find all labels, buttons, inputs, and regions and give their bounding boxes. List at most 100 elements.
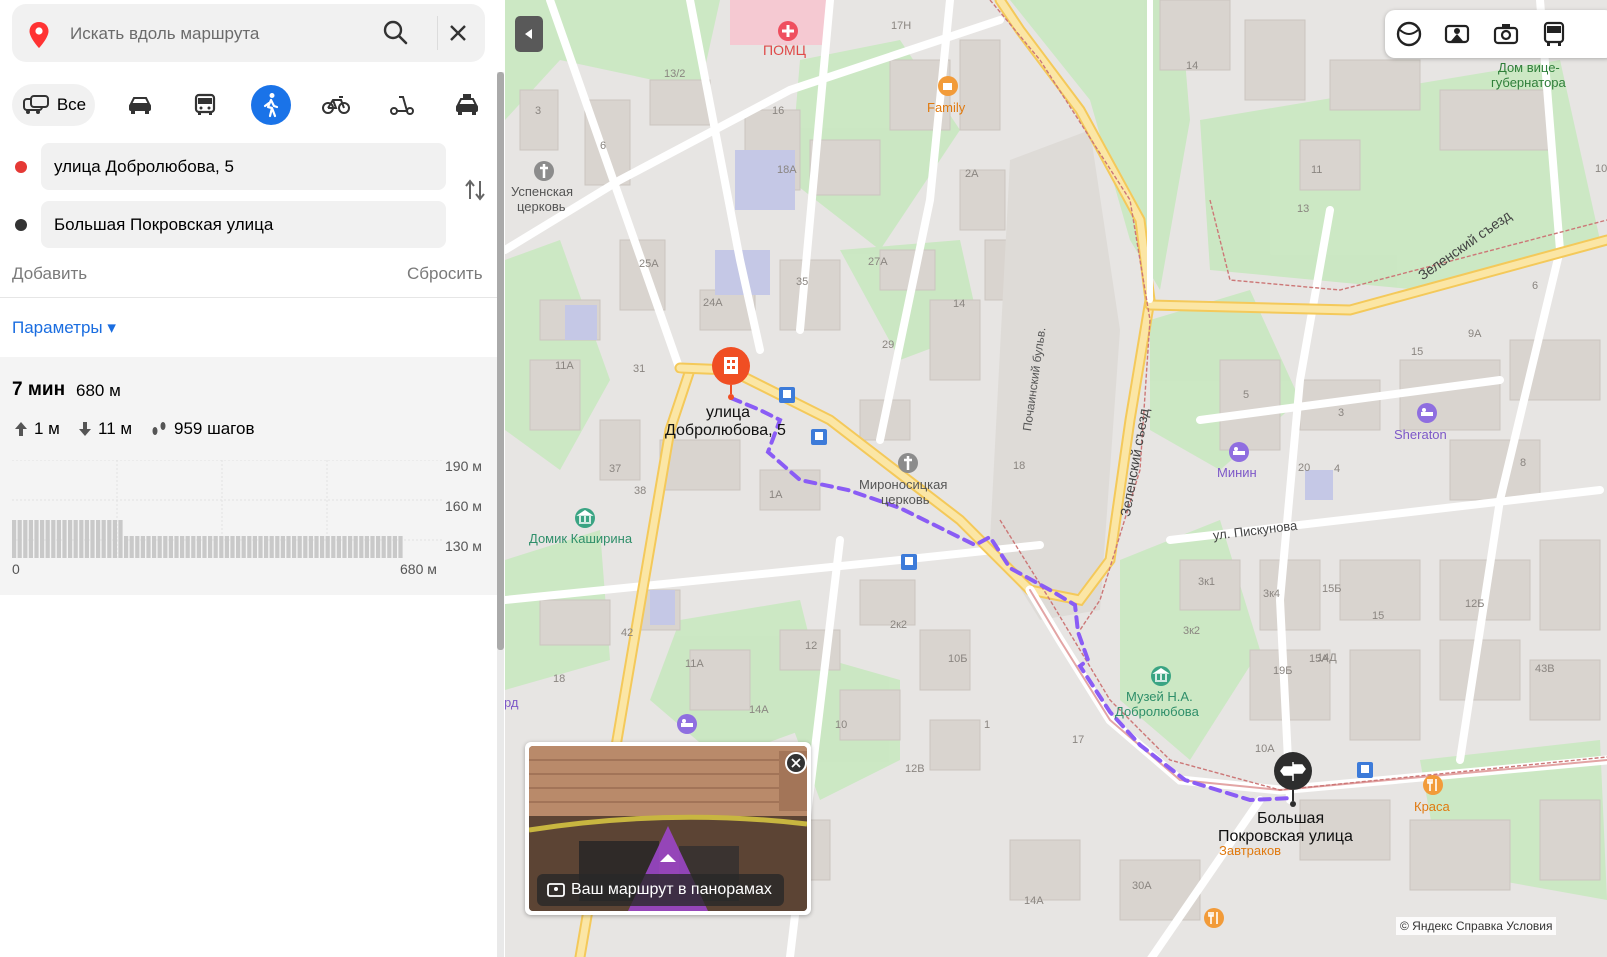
elevation-bar — [68, 520, 73, 558]
elevation-bar — [51, 520, 56, 558]
search-icon[interactable] — [382, 19, 408, 45]
mode-all-label: Все — [56, 95, 87, 114]
route-from-field[interactable]: улица Добролюбова, 5 — [41, 143, 446, 190]
elevation-bar — [219, 536, 224, 558]
panorama-close-button[interactable] — [785, 752, 807, 774]
collapse-panel-button[interactable] — [515, 16, 543, 52]
elevation-bar — [12, 520, 17, 558]
bus-stop-icon[interactable] — [901, 554, 917, 570]
reset-link[interactable]: Сбросить — [407, 264, 483, 284]
taxi-icon — [456, 94, 478, 115]
route-summary-card[interactable]: 7 мин 680 м 1 м 11 м 959 шагов 190 м 160… — [0, 357, 500, 595]
panorama-preview-image[interactable]: Ваш маршрут в панорамах — [529, 746, 807, 911]
panorama-icon[interactable] — [1443, 20, 1471, 48]
end-marker[interactable] — [1272, 751, 1316, 809]
mode-taxi-button[interactable] — [447, 84, 487, 126]
hotel-icon[interactable] — [676, 713, 698, 735]
walk-icon — [263, 93, 279, 118]
all-transport-icon — [22, 95, 49, 114]
elevation-bar — [398, 536, 403, 558]
mode-car-button[interactable] — [120, 84, 160, 126]
elevation-bar — [275, 536, 280, 558]
transport-modes: Все — [12, 84, 487, 128]
elevation-bar — [101, 520, 106, 558]
camera-icon[interactable] — [1492, 20, 1520, 48]
add-point-link[interactable]: Добавить — [12, 264, 87, 284]
museum-icon[interactable] — [574, 507, 596, 529]
hotel-icon[interactable] — [1228, 441, 1250, 463]
elevation-bar — [241, 536, 246, 558]
elevation-bar — [297, 536, 302, 558]
elevation-bar — [129, 536, 134, 558]
elev-x-end: 680 м — [400, 561, 437, 577]
route-search-bar[interactable]: Искать вдоль маршрута — [12, 4, 485, 62]
map-layers-icon[interactable] — [1395, 20, 1423, 48]
elevation-bar — [40, 520, 45, 558]
mode-bus-button[interactable] — [185, 84, 225, 126]
route-distance: 680 м — [76, 381, 121, 400]
elevation-bar — [359, 536, 364, 558]
mode-all-button[interactable]: Все — [12, 84, 95, 126]
elevation-bar — [45, 520, 50, 558]
elev-label-top: 190 м — [445, 458, 482, 474]
elevation-bar — [62, 520, 67, 558]
panel-scrollbar[interactable] — [497, 72, 504, 650]
elevation-bar — [28, 520, 33, 558]
hospital-icon[interactable] — [777, 20, 799, 42]
panorama-label-text: Ваш маршрут в панорамах — [571, 881, 772, 898]
elevation-bar — [90, 520, 95, 558]
panorama-preview-card[interactable]: Ваш маршрут в панорамах — [525, 742, 811, 915]
transit-icon[interactable] — [1540, 20, 1568, 48]
elevation-bar — [269, 536, 274, 558]
panorama-icon — [547, 883, 565, 897]
route-end-dot — [15, 219, 27, 231]
ascent-value: 1 м — [34, 419, 60, 438]
steps-value: 959 шагов — [174, 419, 255, 438]
museum-icon[interactable] — [1150, 665, 1172, 687]
elevation-bar — [213, 536, 218, 558]
elevation-bar — [157, 536, 162, 558]
bus-stop-icon[interactable] — [1357, 762, 1373, 778]
elevation-bar — [168, 536, 173, 558]
church-icon[interactable] — [897, 452, 919, 474]
bus-stop-icon[interactable] — [811, 429, 827, 445]
elevation-bar — [314, 536, 319, 558]
map-copyright[interactable]: © Яндекс Справка Условия — [1396, 917, 1557, 935]
map-layers-toolbar — [1385, 10, 1607, 58]
chevron-left-icon — [525, 29, 532, 39]
elevation-bar — [325, 536, 330, 558]
cafe-icon[interactable] — [937, 75, 959, 97]
hotel-icon[interactable] — [1416, 402, 1438, 424]
mode-scooter-button[interactable] — [382, 84, 422, 126]
elevation-bar — [202, 536, 207, 558]
panorama-label[interactable]: Ваш маршрут в панорамах — [537, 874, 784, 906]
elevation-bar — [286, 536, 291, 558]
parameters-toggle[interactable]: Параметры ▾ — [12, 318, 116, 338]
elevation-bar — [73, 520, 78, 558]
restaurant-icon[interactable] — [1203, 907, 1225, 929]
elev-label-mid: 160 м — [445, 498, 482, 514]
elevation-bar — [146, 536, 151, 558]
elevation-bar — [236, 536, 241, 558]
descent-stat: 11 м — [78, 419, 132, 439]
scooter-icon — [390, 96, 414, 115]
elevation-bar — [56, 520, 61, 558]
search-input[interactable]: Искать вдоль маршрута — [70, 24, 259, 44]
elevation-bar — [342, 536, 347, 558]
start-marker[interactable] — [711, 346, 753, 402]
location-pin-icon — [29, 22, 49, 48]
swap-arrows-icon[interactable] — [463, 178, 487, 202]
mode-bike-button[interactable] — [316, 84, 356, 126]
bus-stop-icon[interactable] — [779, 387, 795, 403]
mode-walk-button[interactable] — [251, 85, 291, 125]
elev-x-start: 0 — [12, 561, 20, 577]
elevation-bar — [180, 536, 185, 558]
elevation-bar — [23, 520, 28, 558]
elevation-bar — [79, 520, 84, 558]
route-to-field[interactable]: Большая Покровская улица — [41, 201, 446, 248]
church-icon[interactable] — [533, 160, 555, 182]
elevation-bar — [196, 536, 201, 558]
close-icon[interactable] — [446, 21, 470, 45]
elevation-bar — [348, 536, 353, 558]
restaurant-icon[interactable] — [1422, 774, 1444, 796]
